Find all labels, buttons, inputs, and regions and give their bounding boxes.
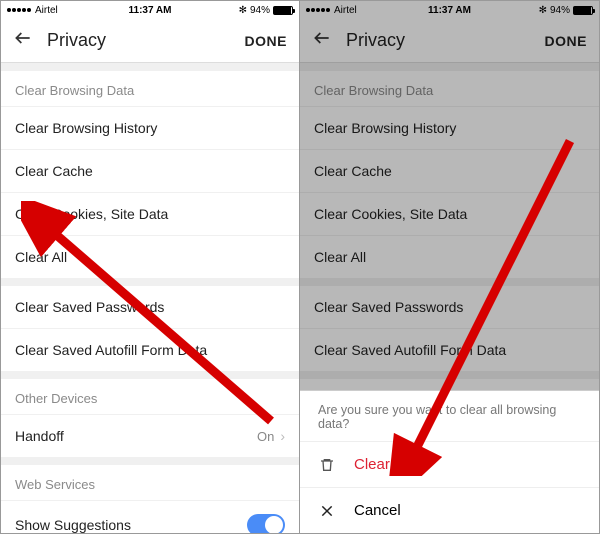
clear-autofill-row: Clear Saved Autofill Form Data [300, 328, 599, 371]
section-header-browsing: Clear Browsing Data [1, 71, 299, 106]
back-button[interactable] [13, 28, 33, 53]
screen-right: Airtel 11:37 AM ✻ 94% Privacy DONE Clear… [300, 1, 599, 533]
clear-saved-passwords-row[interactable]: Clear Saved Passwords [1, 286, 299, 328]
show-suggestions-row[interactable]: Show Suggestions [1, 500, 299, 533]
handoff-row[interactable]: Handoff On › [1, 414, 299, 457]
battery-icon [273, 6, 293, 15]
section-header-other-devices: Other Devices [1, 379, 299, 414]
section-header-web-services: Web Services [1, 465, 299, 500]
confirm-action-sheet: Are you sure you want to clear all brows… [300, 390, 599, 533]
sheet-message: Are you sure you want to clear all brows… [300, 391, 599, 441]
page-title: Privacy [47, 30, 106, 51]
clock-label: 11:37 AM [1, 5, 299, 16]
clock-label: 11:37 AM [300, 5, 599, 16]
clear-cookies-row: Clear Cookies, Site Data [300, 192, 599, 235]
clear-cache-row: Clear Cache [300, 149, 599, 192]
back-button[interactable] [312, 28, 332, 53]
sheet-cancel-button[interactable]: Cancel [300, 487, 599, 533]
clear-saved-passwords-row: Clear Saved Passwords [300, 286, 599, 328]
show-suggestions-toggle[interactable] [247, 514, 285, 533]
page-title: Privacy [346, 30, 405, 51]
clear-browsing-history-row[interactable]: Clear Browsing History [1, 106, 299, 149]
screen-left: Airtel 11:37 AM ✻ 94% Privacy DONE Clear… [1, 1, 300, 533]
sheet-clear-all-button[interactable]: Clear All [300, 441, 599, 487]
status-bar: Airtel 11:37 AM ✻ 94% [1, 1, 299, 19]
clear-cookies-row[interactable]: Clear Cookies, Site Data [1, 192, 299, 235]
status-bar: Airtel 11:37 AM ✻ 94% [300, 1, 599, 19]
handoff-value: On [257, 429, 274, 444]
done-button[interactable]: DONE [245, 33, 287, 49]
clear-cache-row[interactable]: Clear Cache [1, 149, 299, 192]
done-button[interactable]: DONE [545, 33, 587, 49]
clear-autofill-row[interactable]: Clear Saved Autofill Form Data [1, 328, 299, 371]
header-bar: Privacy DONE [300, 19, 599, 63]
clear-browsing-history-row: Clear Browsing History [300, 106, 599, 149]
header-bar: Privacy DONE [1, 19, 299, 63]
section-header-browsing: Clear Browsing Data [300, 71, 599, 106]
clear-all-row[interactable]: Clear All [1, 235, 299, 278]
trash-icon [318, 457, 336, 473]
chevron-right-icon: › [280, 428, 285, 444]
settings-list[interactable]: Clear Browsing Data Clear Browsing Histo… [1, 63, 299, 533]
clear-all-row: Clear All [300, 235, 599, 278]
battery-icon [573, 6, 593, 15]
sheet-clear-all-label: Clear All [354, 456, 410, 473]
close-icon [318, 504, 336, 518]
sheet-cancel-label: Cancel [354, 502, 401, 519]
